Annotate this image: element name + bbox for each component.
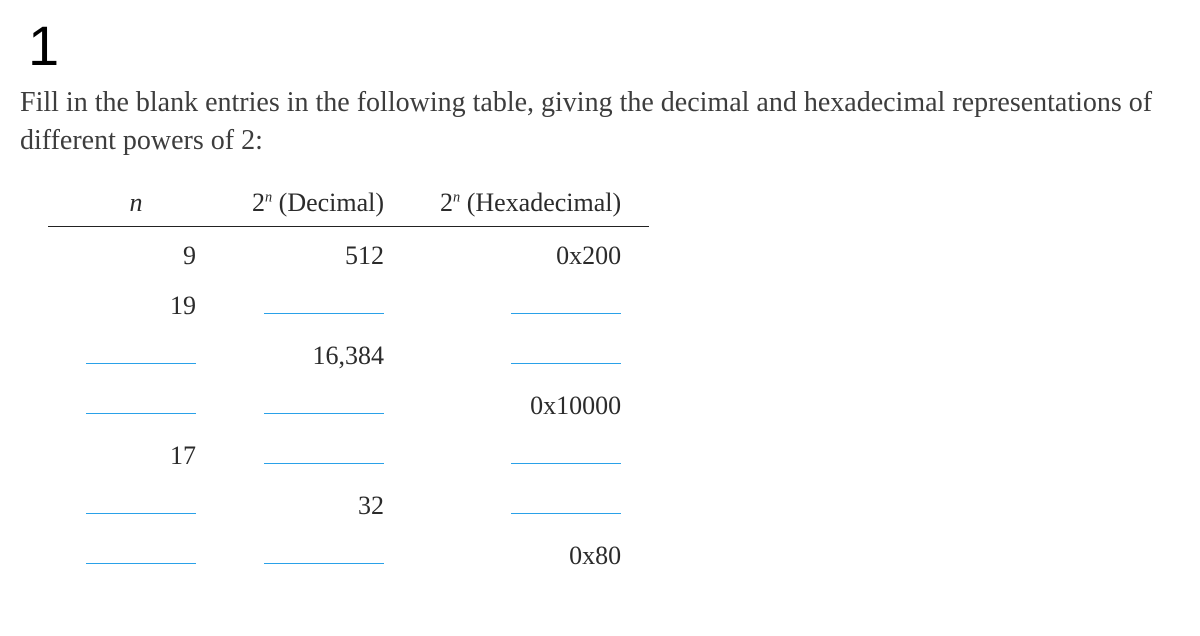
cell-n[interactable] (48, 527, 224, 577)
blank-field[interactable] (511, 487, 621, 514)
cell-hex: 0x200 (412, 226, 649, 277)
table-row: 17 (48, 427, 649, 477)
col-header-hex: 2n (Hexadecimal) (412, 182, 649, 227)
cell-dec[interactable] (224, 377, 412, 427)
table-row: 32 (48, 477, 649, 527)
powers-of-two-table: n 2n (Decimal) 2n (Hexadecimal) 95120x20… (48, 182, 649, 577)
table-row: 19 (48, 277, 649, 327)
blank-field[interactable] (264, 437, 384, 464)
cell-hex[interactable] (412, 477, 649, 527)
col-header-dec: 2n (Decimal) (224, 182, 412, 227)
cell-dec: 32 (224, 477, 412, 527)
blank-field[interactable] (511, 437, 621, 464)
table-row: 95120x200 (48, 226, 649, 277)
blank-field[interactable] (86, 387, 196, 414)
blank-field[interactable] (511, 287, 621, 314)
blank-field[interactable] (264, 287, 384, 314)
cell-hex: 0x10000 (412, 377, 649, 427)
table-row: 16,384 (48, 327, 649, 377)
blank-field[interactable] (264, 387, 384, 414)
cell-dec: 16,384 (224, 327, 412, 377)
cell-hex[interactable] (412, 327, 649, 377)
cell-dec[interactable] (224, 277, 412, 327)
cell-hex[interactable] (412, 427, 649, 477)
cell-hex: 0x80 (412, 527, 649, 577)
page: 1 Fill in the blank entries in the follo… (0, 0, 1200, 636)
blank-field[interactable] (511, 337, 621, 364)
blank-field[interactable] (86, 487, 196, 514)
cell-n: 19 (48, 277, 224, 327)
cell-n[interactable] (48, 327, 224, 377)
cell-n[interactable] (48, 477, 224, 527)
cell-n: 9 (48, 226, 224, 277)
blank-field[interactable] (86, 337, 196, 364)
blank-field[interactable] (264, 537, 384, 564)
cell-dec: 512 (224, 226, 412, 277)
table-header-row: n 2n (Decimal) 2n (Hexadecimal) (48, 182, 649, 227)
cell-n[interactable] (48, 377, 224, 427)
cell-dec[interactable] (224, 427, 412, 477)
cell-n: 17 (48, 427, 224, 477)
problem-number: 1 (28, 18, 1180, 74)
table-row: 0x80 (48, 527, 649, 577)
table-body: 95120x2001916,3840x1000017320x80 (48, 226, 649, 577)
problem-prompt: Fill in the blank entries in the followi… (20, 84, 1180, 160)
cell-dec[interactable] (224, 527, 412, 577)
col-header-n: n (48, 182, 224, 227)
cell-hex[interactable] (412, 277, 649, 327)
blank-field[interactable] (86, 537, 196, 564)
table-row: 0x10000 (48, 377, 649, 427)
